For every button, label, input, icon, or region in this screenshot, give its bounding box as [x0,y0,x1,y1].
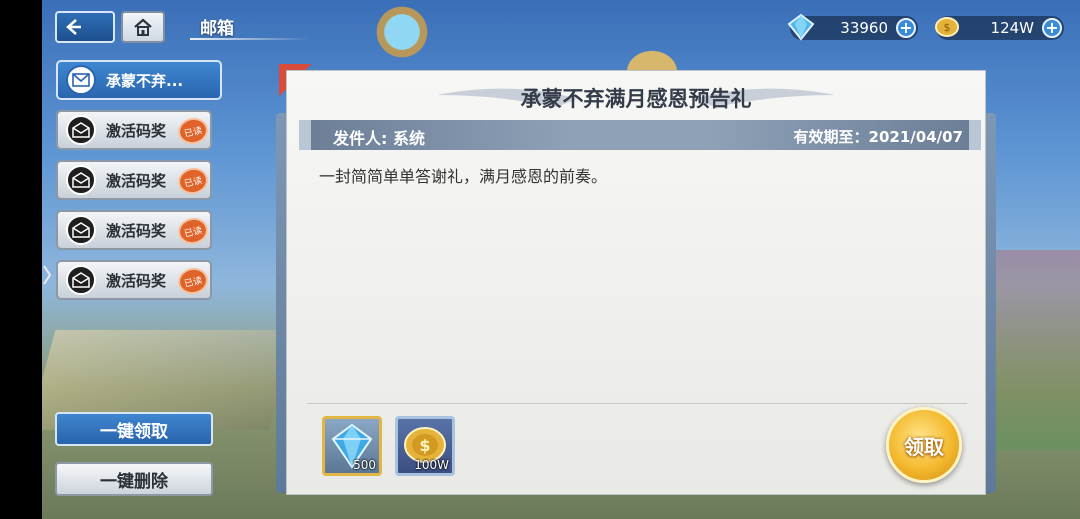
background-crystal-tower [362,0,442,80]
home-icon [134,18,152,36]
claim-button[interactable]: 领取 [886,407,962,483]
claim-button-label: 领取 [904,434,944,459]
reward-count: 100W [414,458,449,472]
back-arrow-icon [66,19,81,35]
opened-envelope-icon [66,165,96,195]
mail-info-bar: 发件人: 系统 有效期至：2021/04/07 [299,120,981,150]
reward-item-diamond[interactable]: 500 [322,416,382,476]
chevron-right-icon[interactable] [42,264,52,286]
svg-text:$: $ [944,21,951,34]
svg-text:$: $ [419,436,430,455]
read-stamp: 已读 [175,115,211,147]
opened-envelope-icon [66,115,96,145]
home-button[interactable] [121,11,165,43]
bar-cap-left [299,120,311,150]
gold-counter: $ 124W + [935,16,1064,40]
read-stamp: 已读 [175,215,211,247]
diamond-icon [787,13,815,41]
mail-list-item[interactable]: 激活码奖 已读 [56,160,212,200]
gem-counter: 33960 + [787,13,918,41]
envelope-icon [66,65,96,95]
delete-all-button[interactable]: 一键删除 [55,462,213,496]
reward-divider [307,403,967,404]
mail-expiry: 有效期至：2021/04/07 [793,128,963,146]
claim-all-button[interactable]: 一键领取 [55,412,213,446]
mail-list-item-label: 激活码奖 [106,121,167,140]
page-title: 邮箱 [200,19,234,39]
back-button[interactable] [55,11,115,43]
mail-list-item-label: 承蒙不弃... [106,71,184,90]
reward-item-gold[interactable]: $ 100W [395,416,455,476]
opened-envelope-icon [66,265,96,295]
gem-amount: 33960 [840,19,888,37]
mail-list-item-label: 激活码奖 [106,221,167,240]
mail-title: 承蒙不弃满月感恩预告礼 [520,87,752,111]
bar-cap-right [969,120,981,150]
mail-list-item-label: 激活码奖 [106,271,167,290]
gold-coin-icon: $ [935,17,959,37]
mail-list-item-label: 激活码奖 [106,171,167,190]
mail-detail-panel: 承蒙不弃满月感恩预告礼 发件人: 系统 有效期至：2021/04/07 一封简简… [286,70,986,495]
reward-count: 500 [353,458,376,472]
opened-envelope-icon [66,215,96,245]
mail-list-item-selected[interactable]: 承蒙不弃... [56,60,222,100]
add-gold-button[interactable]: + [1042,18,1062,38]
mail-list-item[interactable]: 激活码奖 已读 [56,210,212,250]
mail-sender: 发件人: 系统 [333,129,425,148]
title-underline [190,38,310,40]
mail-body: 一封简简单单答谢礼，满月感恩的前奏。 [319,167,608,186]
mail-list-item[interactable]: 激活码奖 已读 [56,260,212,300]
read-stamp: 已读 [175,265,211,297]
gold-amount: 124W [990,19,1034,37]
add-gems-button[interactable]: + [896,18,916,38]
mail-list-item[interactable]: 激活码奖 已读 [56,110,212,150]
read-stamp: 已读 [175,165,211,197]
